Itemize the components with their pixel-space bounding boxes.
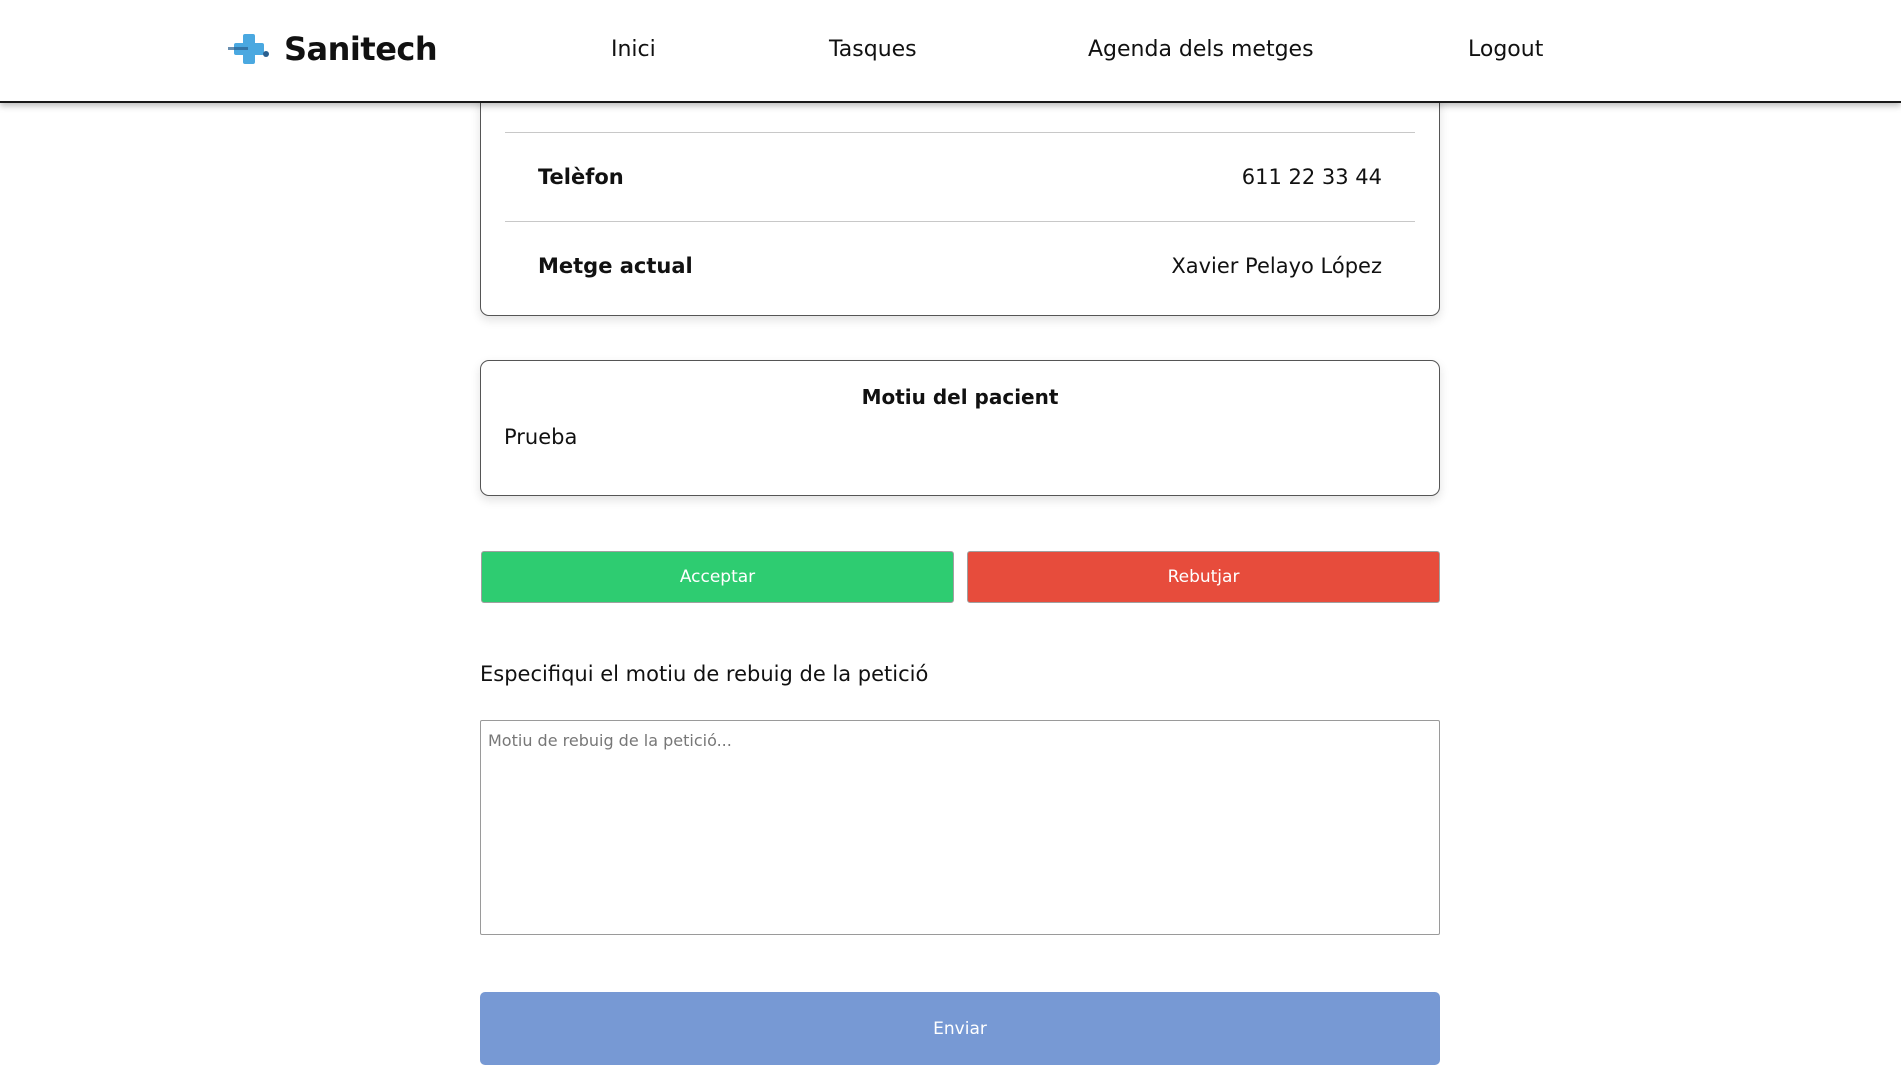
accept-button[interactable]: Acceptar <box>481 551 954 603</box>
send-button[interactable]: Enviar <box>480 992 1440 1065</box>
rejection-reason-label: Especifiqui el motiu de rebuig de la pet… <box>480 662 929 686</box>
nav-link-logout[interactable]: Logout <box>1468 37 1543 62</box>
brand[interactable]: Sanitech <box>226 30 438 68</box>
rejection-reason-textarea[interactable] <box>480 720 1440 935</box>
nav-link-tasques[interactable]: Tasques <box>829 37 917 62</box>
info-row-doctor: Metge actual Xavier Pelayo López <box>505 221 1415 309</box>
info-label: Metge actual <box>538 253 693 278</box>
top-navbar: Sanitech Inici Tasques Agenda dels metge… <box>0 0 1901 103</box>
reason-text: Prueba <box>504 425 578 449</box>
info-row-phone: Telèfon 611 22 33 44 <box>505 132 1415 220</box>
medical-cross-icon <box>226 32 272 66</box>
reason-title: Motiu del pacient <box>861 385 1059 409</box>
nav-link-agenda[interactable]: Agenda dels metges <box>1088 37 1314 62</box>
info-value: Xavier Pelayo López <box>1171 253 1382 278</box>
nav-link-inici[interactable]: Inici <box>611 37 656 62</box>
patient-reason-card: Motiu del pacient Prueba <box>480 360 1440 496</box>
info-value: 611 22 33 44 <box>1241 164 1382 189</box>
info-label: Telèfon <box>538 164 624 189</box>
reject-button[interactable]: Rebutjar <box>967 551 1440 603</box>
brand-name: Sanitech <box>284 30 438 68</box>
